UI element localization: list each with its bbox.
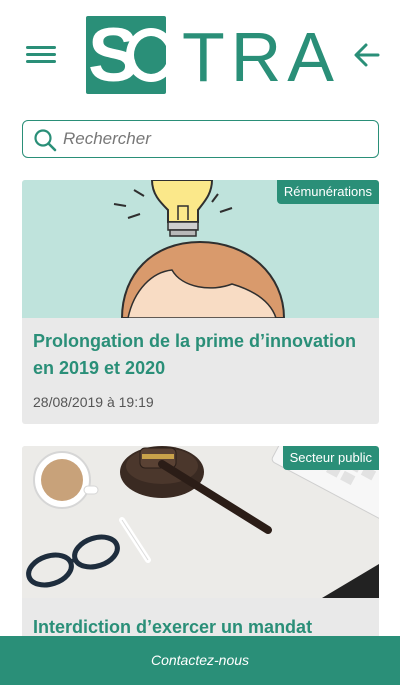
menu-icon[interactable] <box>26 42 56 66</box>
article-title[interactable]: Prolongation de la prime d’innovation en… <box>33 328 369 382</box>
article-card[interactable]: Secteur public Interdiction d’exercer un… <box>22 446 379 646</box>
contact-button[interactable]: Contactez-nous <box>0 636 400 685</box>
category-badge: Rémunérations <box>276 180 379 204</box>
search-bar <box>22 120 379 158</box>
category-badge: Secteur public <box>282 446 379 470</box>
article-date: 28/08/2019 à 19:19 <box>33 394 154 410</box>
sotra-logo: S TRA <box>86 16 334 96</box>
app-header: S TRA <box>0 0 400 110</box>
logo-mark: S <box>86 16 166 94</box>
search-icon <box>33 128 57 152</box>
back-arrow-icon[interactable] <box>352 40 382 70</box>
logo-text: TRA <box>182 18 340 96</box>
contact-label: Contactez-nous <box>150 652 250 668</box>
search-input[interactable] <box>63 125 363 153</box>
article-card[interactable]: Rémunérations Prolongation de la prime d… <box>22 180 379 424</box>
